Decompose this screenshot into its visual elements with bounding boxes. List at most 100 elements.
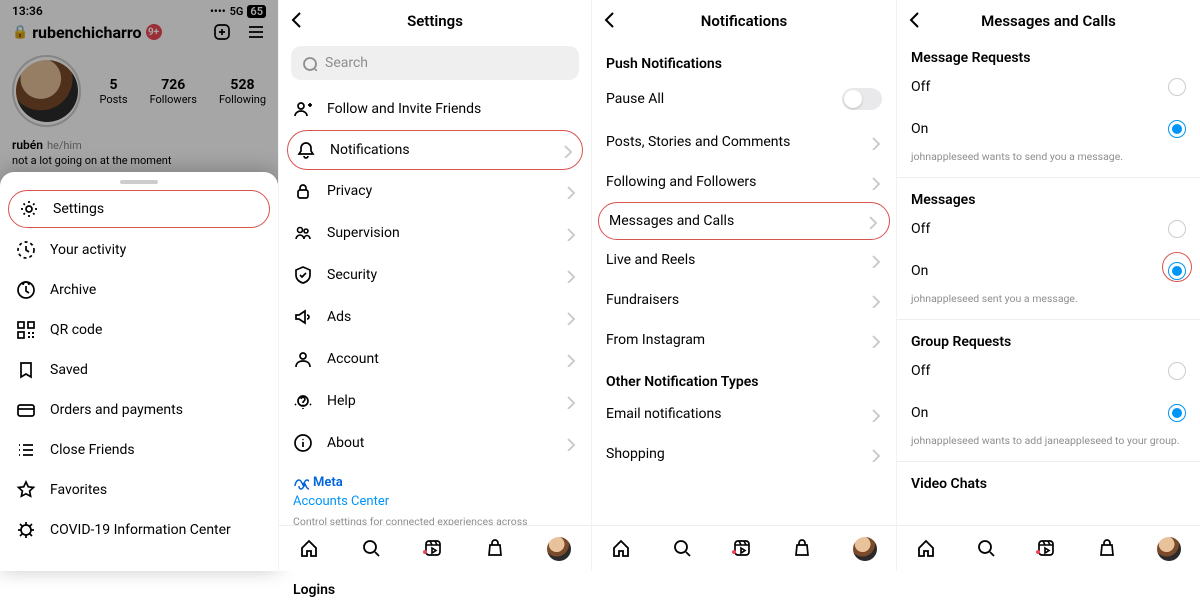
row-ads[interactable]: Ads — [279, 296, 591, 338]
account-icon — [293, 349, 313, 369]
row-from-ig[interactable]: From Instagram — [592, 320, 896, 360]
nav-search-icon[interactable] — [672, 538, 694, 560]
accounts-center-link[interactable]: Accounts Center — [293, 494, 577, 509]
row-live[interactable]: Live and Reels — [592, 240, 896, 280]
nav-shop-icon[interactable] — [485, 538, 507, 560]
chevron-icon — [866, 174, 882, 190]
back-button[interactable] — [600, 10, 620, 30]
nav-home-icon[interactable] — [916, 538, 938, 560]
qr-icon — [16, 320, 36, 340]
nav-profile-icon[interactable] — [853, 537, 877, 561]
ads-icon — [293, 307, 313, 327]
nav-profile-icon[interactable] — [1157, 537, 1181, 561]
sheet-archive[interactable]: Archive — [0, 270, 278, 310]
chevron-icon — [561, 351, 577, 367]
messages-calls-screen: Messages and Calls Message Requests Off … — [896, 0, 1200, 571]
sheet-orders[interactable]: Orders and payments — [0, 390, 278, 430]
chevron-icon — [561, 183, 577, 199]
nav-shop-icon[interactable] — [792, 538, 814, 560]
groupreq-header: Group Requests — [897, 319, 1200, 350]
chevron-icon — [866, 134, 882, 150]
list-icon — [16, 440, 36, 460]
row-supervision[interactable]: Supervision — [279, 212, 591, 254]
row-privacy[interactable]: Privacy — [279, 170, 591, 212]
sheet-qr[interactable]: QR code — [0, 310, 278, 350]
covid-icon — [16, 520, 36, 540]
nav-reels-icon[interactable] — [732, 538, 754, 560]
activity-icon — [16, 240, 36, 260]
gear-icon — [19, 199, 39, 219]
chevron-icon — [866, 332, 882, 348]
search-input[interactable]: Search — [291, 46, 579, 80]
chevron-icon — [561, 309, 577, 325]
msgreq-on[interactable]: On — [897, 108, 1200, 150]
nav-home-icon[interactable] — [299, 538, 321, 560]
chevron-icon — [866, 252, 882, 268]
nav-shop-icon[interactable] — [1097, 538, 1119, 560]
radio-off[interactable] — [1168, 78, 1186, 96]
sheet-favorites[interactable]: Favorites — [0, 470, 278, 510]
nav-reels-icon[interactable] — [423, 538, 445, 560]
bottom-nav — [897, 525, 1200, 571]
push-header: Push Notifications — [592, 42, 896, 76]
family-icon — [293, 223, 313, 243]
page-title: Messages and Calls — [981, 12, 1116, 30]
messages-sub: johnappleseed sent you a message. — [897, 292, 1200, 319]
radio-off[interactable] — [1168, 220, 1186, 238]
profile-screen: 13:36 •••• 5G 65 🔒 rubenchicharro 9+ 5Po… — [0, 0, 278, 571]
radio-off[interactable] — [1168, 362, 1186, 380]
chevron-icon — [561, 225, 577, 241]
sheet-covid[interactable]: COVID-19 Information Center — [0, 510, 278, 550]
star-icon — [16, 480, 36, 500]
invite-icon — [293, 99, 313, 119]
pause-switch[interactable] — [842, 88, 882, 110]
messages-off[interactable]: Off — [897, 208, 1200, 250]
chevron-icon — [561, 435, 577, 451]
row-security[interactable]: Security — [279, 254, 591, 296]
row-fundraisers[interactable]: Fundraisers — [592, 280, 896, 320]
row-about[interactable]: About — [279, 422, 591, 464]
row-messages-calls[interactable]: Messages and Calls — [598, 202, 890, 240]
bottom-nav — [592, 525, 896, 571]
row-help[interactable]: Help — [279, 380, 591, 422]
radio-on[interactable] — [1168, 120, 1186, 138]
nav-search-icon[interactable] — [976, 538, 998, 560]
sheet-saved[interactable]: Saved — [0, 350, 278, 390]
sheet-close-friends[interactable]: Close Friends — [0, 430, 278, 470]
groupreq-off[interactable]: Off — [897, 350, 1200, 392]
back-button[interactable] — [287, 10, 307, 30]
messages-on[interactable]: On — [897, 250, 1200, 292]
menu-sheet: Settings Your activity Archive QR code S… — [0, 172, 278, 571]
nav-profile-icon[interactable] — [547, 537, 571, 561]
row-posts[interactable]: Posts, Stories and Comments — [592, 122, 896, 162]
radio-on[interactable] — [1168, 404, 1186, 422]
back-button[interactable] — [905, 10, 925, 30]
nav-search-icon[interactable] — [361, 538, 383, 560]
sheet-activity[interactable]: Your activity — [0, 230, 278, 270]
page-title: Settings — [407, 12, 463, 30]
grabber[interactable] — [120, 180, 158, 184]
nav-reels-icon[interactable] — [1036, 538, 1058, 560]
sheet-settings[interactable]: Settings — [8, 190, 270, 228]
row-account[interactable]: Account — [279, 338, 591, 380]
row-invite[interactable]: Follow and Invite Friends — [279, 88, 591, 130]
msgreq-off[interactable]: Off — [897, 66, 1200, 108]
messages-header: Messages — [897, 177, 1200, 208]
notifications-screen: Notifications Push Notifications Pause A… — [591, 0, 896, 571]
logins-header: Logins — [279, 568, 591, 604]
row-shopping[interactable]: Shopping — [592, 434, 896, 474]
msgreq-sub: johnappleseed wants to send you a messag… — [897, 150, 1200, 177]
row-following[interactable]: Following and Followers — [592, 162, 896, 202]
info-icon — [293, 433, 313, 453]
groupreq-on[interactable]: On — [897, 392, 1200, 434]
chevron-icon — [866, 446, 882, 462]
groupreq-sub: johnappleseed wants to add janeappleseed… — [897, 434, 1200, 461]
row-email[interactable]: Email notifications — [592, 394, 896, 434]
nav-home-icon[interactable] — [611, 538, 633, 560]
row-notifications[interactable]: Notifications — [287, 130, 583, 170]
row-pause-all[interactable]: Pause All — [592, 76, 896, 122]
meta-logo: Meta — [293, 474, 577, 490]
card-icon — [16, 400, 36, 420]
other-header: Other Notification Types — [592, 360, 896, 394]
chevron-icon — [558, 142, 574, 158]
